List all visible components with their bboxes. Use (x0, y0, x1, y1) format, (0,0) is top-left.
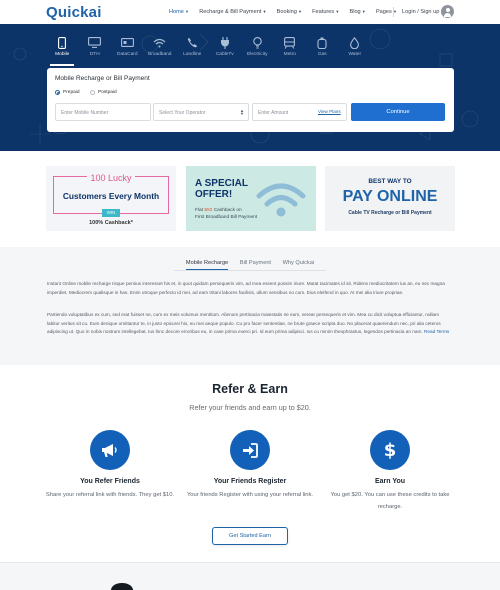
gas-icon (306, 36, 339, 49)
logo[interactable]: Quickai (46, 4, 102, 21)
dollar-icon: $ (370, 430, 410, 470)
main-nav: Home ▾ Recharge & Bill Payment ▾ Booking ▾ … (169, 9, 407, 15)
service-tab-metro[interactable]: Metro (274, 36, 307, 57)
banner-lucky-line3: 100% Cashback* (89, 220, 133, 226)
tab-mobile-recharge[interactable]: Mobile Recharge (185, 260, 229, 270)
get-started-earn-button[interactable]: Get Started Earn (212, 527, 288, 545)
bulb-icon (241, 36, 274, 49)
user-avatar-icon[interactable] (441, 5, 454, 18)
tabs-baseline (174, 270, 326, 271)
pay-line2: PAY ONLINE (342, 188, 438, 205)
service-tabs: Mobile DTH DataCard Broadband Landline C… (46, 36, 371, 57)
nav-home[interactable]: Home ▾ (169, 9, 188, 15)
nav-recharge[interactable]: Recharge & Bill Payment ▾ (199, 9, 265, 15)
chevron-down-icon: ▾ (362, 9, 365, 14)
step-title: Your Friends Register (213, 478, 287, 485)
metro-icon (274, 36, 307, 49)
service-tab-broadband[interactable]: Broadband (144, 36, 177, 57)
step-description: Share your referral link with friends. T… (45, 492, 175, 498)
service-tab-landline[interactable]: Landline (176, 36, 209, 57)
select-arrows-icon: ▲ ▼ (240, 108, 244, 116)
step-friends-register: Your Friends Register Your friends Regis… (180, 430, 320, 501)
offer-detail: Flat $50 Cashback on First Broadband Bill… (195, 208, 258, 220)
login-signup-link[interactable]: Login / Sign up (402, 9, 439, 15)
megaphone-icon (90, 430, 130, 470)
recharge-form-card: Mobile Recharge or Bill Payment Prepaid … (47, 68, 454, 132)
plug-icon (209, 36, 242, 49)
read-terms-link[interactable]: Read Terms (424, 329, 449, 334)
nav-divider (393, 7, 394, 17)
mobile-icon (46, 36, 79, 49)
service-tab-datacard[interactable]: DataCard (111, 36, 144, 57)
step-title: You Refer Friends (80, 478, 140, 485)
datacard-icon (111, 36, 144, 49)
refer-title: Refer & Earn (212, 382, 288, 396)
step-description: Your friends Register with using your re… (186, 492, 314, 498)
step-description: You get $20. You can use these credits t… (330, 492, 450, 510)
radio-unchecked-icon (90, 90, 95, 95)
chevron-down-icon: ▾ (185, 9, 189, 14)
banner-lucky-line1: 100 Lucky (87, 173, 135, 183)
service-tab-mobile[interactable]: Mobile (46, 36, 79, 57)
nav-booking[interactable]: Booking ▾ (277, 9, 301, 15)
phone-icon (176, 36, 209, 49)
wifi-illustration-icon (256, 183, 306, 217)
radio-checked-icon (55, 90, 60, 95)
next-section-strip (0, 562, 500, 590)
step-refer-friends: You Refer Friends Share your referral li… (40, 430, 180, 501)
nav-blog[interactable]: Blog ▾ (349, 9, 364, 15)
service-tab-electricity[interactable]: Electricity (241, 36, 274, 57)
service-tab-gas[interactable]: Gas (306, 36, 339, 57)
info-paragraph-1: Instant Online mobile recharge Iisque pe… (47, 281, 445, 295)
service-tab-cabletv[interactable]: CableTv (209, 36, 242, 57)
refer-subtitle: Refer your friends and earn up to $20. (189, 403, 311, 412)
wifi-icon (144, 36, 177, 49)
nav-features[interactable]: Features ▾ (312, 9, 338, 15)
tv-icon (79, 36, 112, 49)
lucky-cashback-banner[interactable]: 100 Lucky Customers Every Month WIN 100%… (46, 166, 176, 231)
top-navbar: Quickai Home ▾ Recharge & Bill Payment ▾ B… (0, 0, 500, 24)
decorative-shape (111, 583, 133, 590)
step-earn-you: $ Earn You You get $20. You can use thes… (320, 430, 460, 513)
chevron-down-icon: ▾ (263, 9, 266, 14)
pay-line3: Cable TV Recharge or Bill Payment (348, 210, 432, 216)
chevron-down-icon: ▾ (393, 9, 397, 14)
info-paragraph-2: Partiendo voluptatibus ex cum, sed erat … (47, 312, 450, 335)
view-plans-link[interactable]: View Plans (318, 109, 341, 114)
info-tabs: Mobile Recharge Bill Payment Why Quickai (0, 260, 500, 270)
service-tab-water[interactable]: Water (339, 36, 372, 57)
offer-line1: A SPECIAL (195, 178, 248, 189)
mobile-number-input[interactable]: Enter Mobile Number (55, 103, 151, 121)
tab-bill-payment[interactable]: Bill Payment (240, 260, 271, 269)
operator-select[interactable]: Select Your Operator ▲ ▼ (153, 103, 249, 121)
service-tab-dth[interactable]: DTH (79, 36, 112, 57)
step-title: Earn You (374, 478, 406, 485)
info-section: Mobile Recharge Bill Payment Why Quickai… (0, 247, 500, 365)
hero-section: Mobile DTH DataCard Broadband Landline C… (0, 24, 500, 151)
pay-line1: BEST WAY TO (368, 178, 412, 185)
special-offer-banner[interactable]: A SPECIAL OFFER! Flat $50 Cashback on Firs… (186, 166, 316, 231)
postpaid-radio[interactable]: Postpaid (90, 90, 117, 95)
pay-online-banner[interactable]: BEST WAY TO PAY ONLINE Cable TV Recharge… (325, 166, 455, 231)
offer-line2: OFFER! (195, 189, 233, 200)
tab-why-quickai[interactable]: Why Quickai (283, 260, 314, 269)
prepaid-radio[interactable]: Prepaid (55, 90, 80, 95)
water-icon (339, 36, 372, 49)
chevron-down-icon: ▾ (336, 9, 339, 14)
form-title: Mobile Recharge or Bill Payment (55, 75, 150, 82)
continue-button[interactable]: Continue (351, 103, 445, 121)
chevron-down-icon: ▾ (298, 9, 302, 14)
win-badge: WIN (102, 209, 120, 217)
banner-lucky-line2: Customers Every Month (62, 191, 160, 201)
active-tab-indicator (50, 64, 74, 66)
sign-in-icon (230, 430, 270, 470)
